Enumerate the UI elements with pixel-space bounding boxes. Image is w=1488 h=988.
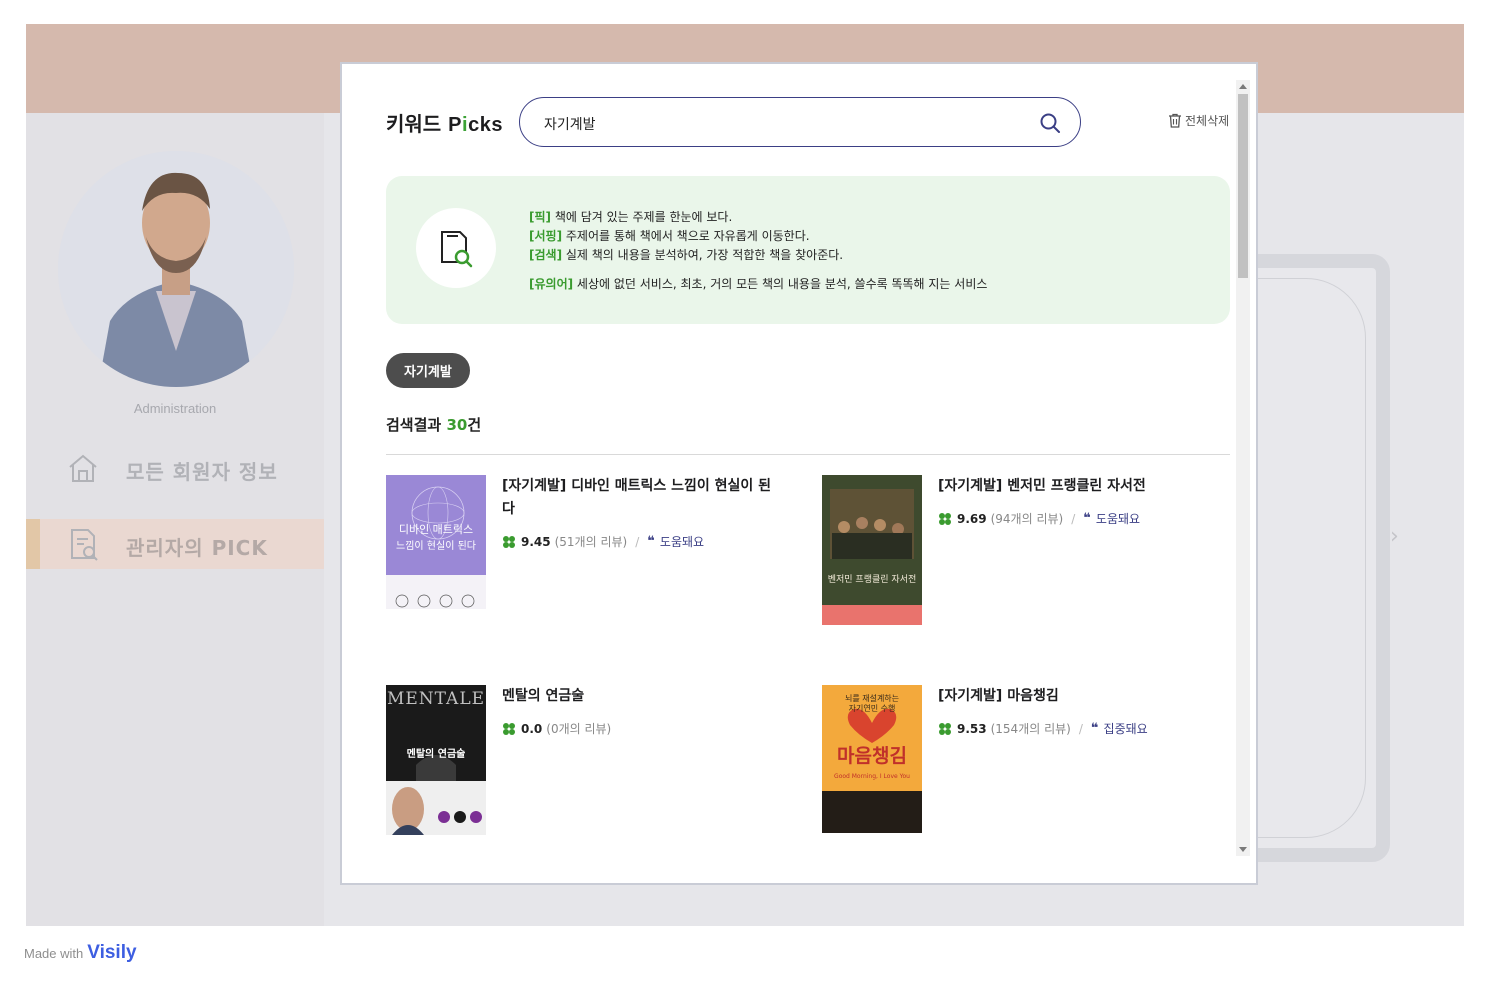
book-item[interactable]: 뇌를 재설계하는 자기연민 수행 마음챙김 Good Morning, I Lo… — [822, 685, 1222, 845]
book-reviews: (154개의 리뷰) — [990, 722, 1071, 736]
book-item[interactable]: MENTALE 멘탈의 연금술 멘탈의 연금술 0.0 (0개의 리뷰) — [386, 685, 786, 845]
book-cover[interactable]: 벤저민 프랭클린 자서전 — [822, 475, 922, 625]
divider — [386, 454, 1230, 455]
search-input[interactable]: 자기계발 — [519, 97, 1081, 147]
book-item[interactable]: 벤저민 프랭클린 자서전 [자기계발] 벤저민 프랭클린 자서전 9.69 (9… — [822, 475, 1222, 635]
search-icon[interactable] — [1038, 111, 1062, 135]
chevron-right-icon[interactable]: › — [1390, 524, 1399, 549]
result-count: 검색결과 30건 — [386, 416, 482, 434]
book-title[interactable]: [자기계발] 디바인 매트릭스 느낌이 현실이 된다 — [502, 475, 782, 521]
active-indicator — [26, 519, 40, 569]
book-search-icon — [441, 231, 473, 268]
avatar — [58, 151, 294, 387]
quote-icon: ❝ — [1083, 511, 1091, 526]
book-cover[interactable]: MENTALE 멘탈의 연금술 — [386, 685, 486, 835]
book-reviews: (94개의 리뷰) — [990, 512, 1064, 526]
sidebar: Administration 모든 회원자 정보 관리자의 PICK — [26, 113, 324, 926]
book-score: 0.0 — [521, 721, 543, 736]
scrollbar[interactable] — [1236, 80, 1250, 856]
clover-icon — [939, 722, 951, 735]
book-reviews: (51개의 리뷰) — [554, 535, 628, 549]
sidebar-item-all-members[interactable]: 모든 회원자 정보 — [26, 443, 324, 493]
book-title[interactable]: [자기계발] 마음챙김 — [938, 685, 1218, 708]
info-circle — [416, 208, 496, 288]
search-value: 자기계발 — [544, 117, 596, 133]
keyword-picks-modal: 키워드 Picks 자기계발 전체삭제 [픽] 책에 담겨 있는 주제를 한눈에… — [340, 62, 1258, 885]
document-search-icon — [71, 529, 98, 561]
scroll-down-arrow[interactable] — [1239, 847, 1247, 852]
book-tag: 도움돼요 — [1095, 512, 1141, 526]
info-line-synonym: [유의어] 세상에 없던 서비스, 최초, 거의 모든 책의 내용을 분석, 쓸… — [529, 277, 988, 291]
keyword-chip[interactable]: 자기계발 — [386, 353, 470, 388]
admin-role-label: Administration — [133, 401, 217, 416]
sidebar-item-label: 모든 회원자 정보 — [126, 460, 278, 484]
book-score: 9.53 — [957, 721, 987, 736]
book-meta: 9.53 (154개의 리뷰) / ❝ 집중돼요 — [938, 720, 1148, 737]
visily-logo: Visily — [87, 942, 137, 963]
clover-icon — [503, 722, 515, 735]
book-meta: 0.0 (0개의 리뷰) — [502, 720, 611, 737]
book-title[interactable]: 멘탈의 연금술 — [502, 685, 782, 708]
clover-icon — [503, 535, 515, 548]
clover-icon — [939, 512, 951, 525]
visily-watermark[interactable]: Made with Visily — [24, 942, 137, 964]
sidebar-item-admin-pick[interactable]: 관리자의 PICK — [26, 519, 324, 569]
info-line-pick: [픽] 책에 담겨 있는 주제를 한눈에 보다. — [529, 210, 733, 224]
info-line-search: [검색] 실제 책의 내용을 분석하여, 가장 적합한 책을 찾아준다. — [529, 248, 844, 262]
info-line-surfing: [서핑] 주제어를 통해 책에서 책으로 자유롭게 이동한다. — [529, 229, 810, 243]
book-cover[interactable]: 디바인 매트릭스 느낌이 현실이 된다 — [386, 475, 486, 609]
home-icon — [69, 454, 97, 482]
book-tag: 도움돼요 — [659, 535, 705, 549]
scrollbar-thumb[interactable] — [1238, 94, 1248, 278]
book-score: 9.45 — [521, 534, 551, 549]
trash-icon — [1169, 113, 1181, 128]
quote-icon: ❝ — [1090, 721, 1099, 736]
quote-icon: ❝ — [647, 534, 655, 549]
keyword-picks-logo: 키워드 Picks — [386, 112, 503, 136]
scroll-up-arrow[interactable] — [1239, 84, 1247, 89]
info-lines: [픽] 책에 담겨 있는 주제를 한눈에 보다. [서핑] 주제어를 통해 책에… — [529, 208, 987, 294]
info-banner: [픽] 책에 담겨 있는 주제를 한눈에 보다. [서핑] 주제어를 통해 책에… — [386, 176, 1230, 324]
book-score: 9.69 — [957, 511, 987, 526]
book-meta: 9.69 (94개의 리뷰) / ❝ 도움돼요 — [938, 510, 1140, 527]
sidebar-item-label: 관리자의 PICK — [126, 536, 268, 560]
book-cover[interactable]: 뇌를 재설계하는 자기연민 수행 마음챙김 Good Morning, I Lo… — [822, 685, 922, 833]
book-title[interactable]: [자기계발] 벤저민 프랭클린 자서전 — [938, 475, 1218, 498]
book-reviews: (0개의 리뷰) — [546, 722, 612, 736]
book-meta: 9.45 (51개의 리뷰) / ❝ 도움돼요 — [502, 533, 704, 550]
book-tag: 집중돼요 — [1103, 722, 1148, 736]
book-item[interactable]: 디바인 매트릭스 느낌이 현실이 된다 [자기계발] 디바인 매트릭스 느낌이 … — [386, 475, 786, 635]
clear-all-button[interactable]: 전체삭제 — [1168, 112, 1229, 129]
